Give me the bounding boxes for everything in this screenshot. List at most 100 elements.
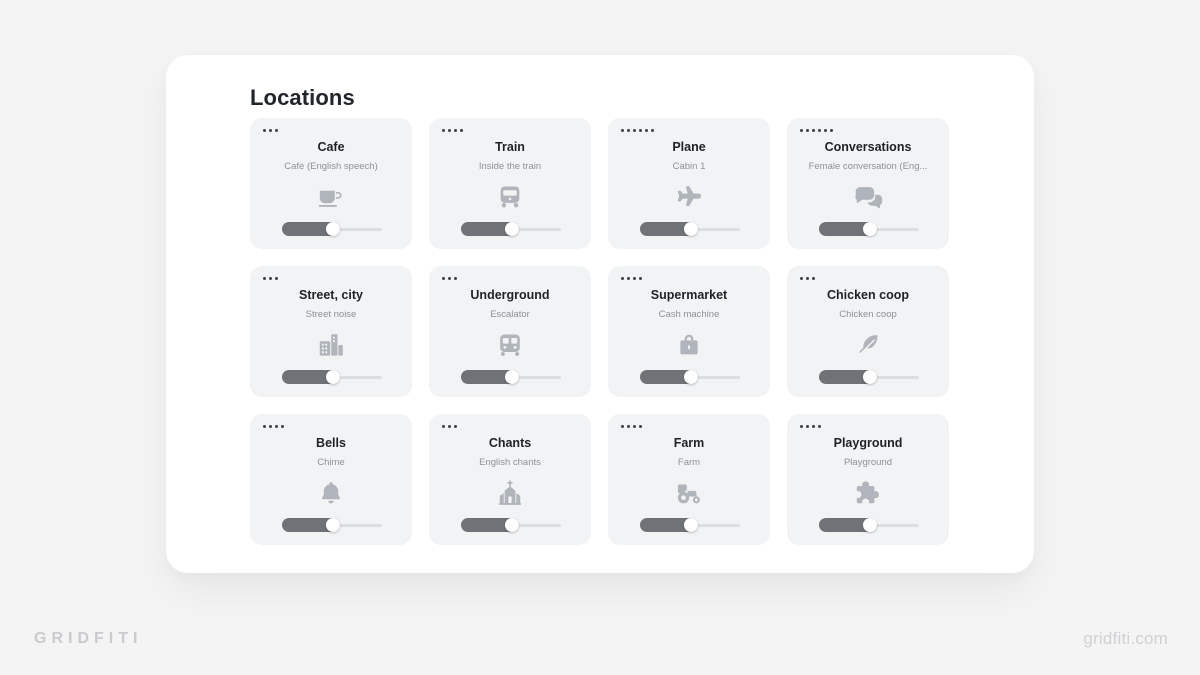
- slider-knob[interactable]: [326, 370, 340, 384]
- rating-dot: [633, 129, 636, 132]
- volume-slider[interactable]: [282, 222, 382, 236]
- card-subtitle: Chime: [317, 457, 345, 468]
- volume-slider[interactable]: [640, 370, 740, 384]
- volume-slider[interactable]: [461, 222, 561, 236]
- rating-dots: [263, 425, 284, 428]
- rating-dot: [269, 425, 272, 428]
- rating-dot: [633, 425, 636, 428]
- page-title: Locations: [250, 85, 355, 110]
- location-card[interactable]: Underground Escalator: [429, 266, 591, 397]
- location-card[interactable]: Bells Chime: [250, 414, 412, 545]
- church-icon: [429, 476, 591, 510]
- card-subtitle: Farm: [677, 457, 701, 468]
- rating-dot: [800, 425, 803, 428]
- slider-knob[interactable]: [863, 518, 877, 532]
- slider-knob[interactable]: [505, 222, 519, 236]
- puzzle-piece-icon: [787, 476, 949, 510]
- rating-dot: [269, 129, 272, 132]
- location-card[interactable]: Farm Farm: [608, 414, 770, 545]
- card-subtitle: Cabin 1: [672, 161, 706, 172]
- rating-dot: [812, 277, 815, 280]
- volume-slider[interactable]: [819, 518, 919, 532]
- volume-slider[interactable]: [282, 370, 382, 384]
- card-title: Cafe: [317, 140, 345, 154]
- location-card[interactable]: Train Inside the train: [429, 118, 591, 249]
- slider-knob[interactable]: [505, 518, 519, 532]
- card-title: Farm: [673, 436, 705, 450]
- location-card[interactable]: Conversations Female conversation (Eng...: [787, 118, 949, 249]
- rating-dot: [454, 277, 457, 280]
- location-card[interactable]: Chants English chants: [429, 414, 591, 545]
- rating-dots: [442, 277, 457, 280]
- rating-dot: [263, 425, 266, 428]
- rating-dot: [448, 277, 451, 280]
- coffee-cup-icon: [250, 180, 412, 214]
- slider-knob[interactable]: [326, 222, 340, 236]
- rating-dot: [627, 129, 630, 132]
- rating-dot: [806, 425, 809, 428]
- locations-panel: Locations Cafe Cafe (English speech) Train…: [166, 55, 1034, 573]
- rating-dots: [263, 129, 278, 132]
- card-subtitle: Chicken coop: [839, 309, 897, 320]
- location-card[interactable]: Chicken coop Chicken coop: [787, 266, 949, 397]
- rating-dot: [806, 129, 809, 132]
- card-title: Underground: [470, 288, 550, 302]
- slider-knob[interactable]: [863, 370, 877, 384]
- rating-dot: [812, 129, 815, 132]
- slider-knob[interactable]: [684, 222, 698, 236]
- rating-dots: [621, 425, 642, 428]
- location-card[interactable]: Cafe Cafe (English speech): [250, 118, 412, 249]
- gridfiti-wordmark: GRIDFITI: [34, 630, 143, 647]
- card-title: Train: [495, 140, 525, 154]
- rating-dot: [627, 277, 630, 280]
- volume-slider[interactable]: [282, 518, 382, 532]
- slider-knob[interactable]: [684, 370, 698, 384]
- rating-dots: [621, 129, 654, 132]
- rating-dot: [275, 425, 278, 428]
- card-title: Bells: [316, 436, 346, 450]
- airplane-icon: [608, 180, 770, 214]
- rating-dots: [800, 129, 833, 132]
- rating-dots: [800, 425, 821, 428]
- rating-dot: [621, 129, 624, 132]
- shopping-bag-icon: [608, 328, 770, 362]
- location-card[interactable]: Supermarket Cash machine: [608, 266, 770, 397]
- volume-slider[interactable]: [819, 370, 919, 384]
- slider-knob[interactable]: [684, 518, 698, 532]
- rating-dot: [454, 425, 457, 428]
- volume-slider[interactable]: [461, 518, 561, 532]
- tractor-icon: [608, 476, 770, 510]
- slider-knob[interactable]: [505, 370, 519, 384]
- rating-dot: [454, 129, 457, 132]
- location-card[interactable]: Plane Cabin 1: [608, 118, 770, 249]
- rating-dot: [818, 129, 821, 132]
- volume-slider[interactable]: [819, 222, 919, 236]
- rating-dot: [830, 129, 833, 132]
- card-title: Chicken coop: [827, 288, 909, 302]
- rating-dot: [639, 425, 642, 428]
- rating-dot: [263, 129, 266, 132]
- location-card[interactable]: Playground Playground: [787, 414, 949, 545]
- rating-dot: [448, 425, 451, 428]
- rating-dot: [263, 277, 266, 280]
- rating-dot: [639, 129, 642, 132]
- gridfiti-url: gridfiti.com: [1083, 629, 1168, 648]
- slider-knob[interactable]: [863, 222, 877, 236]
- feather-icon: [787, 328, 949, 362]
- card-subtitle: Cafe (English speech): [284, 161, 378, 172]
- rating-dot: [651, 129, 654, 132]
- volume-slider[interactable]: [640, 518, 740, 532]
- volume-slider[interactable]: [640, 222, 740, 236]
- rating-dot: [627, 425, 630, 428]
- card-title: Chants: [488, 436, 532, 450]
- metro-train-icon: [429, 328, 591, 362]
- card-subtitle: English chants: [479, 457, 541, 468]
- location-card[interactable]: Street, city Street noise: [250, 266, 412, 397]
- rating-dot: [442, 129, 445, 132]
- rating-dot: [824, 129, 827, 132]
- volume-slider[interactable]: [461, 370, 561, 384]
- rating-dot: [448, 129, 451, 132]
- rating-dot: [442, 277, 445, 280]
- card-subtitle: Escalator: [490, 309, 530, 320]
- slider-knob[interactable]: [326, 518, 340, 532]
